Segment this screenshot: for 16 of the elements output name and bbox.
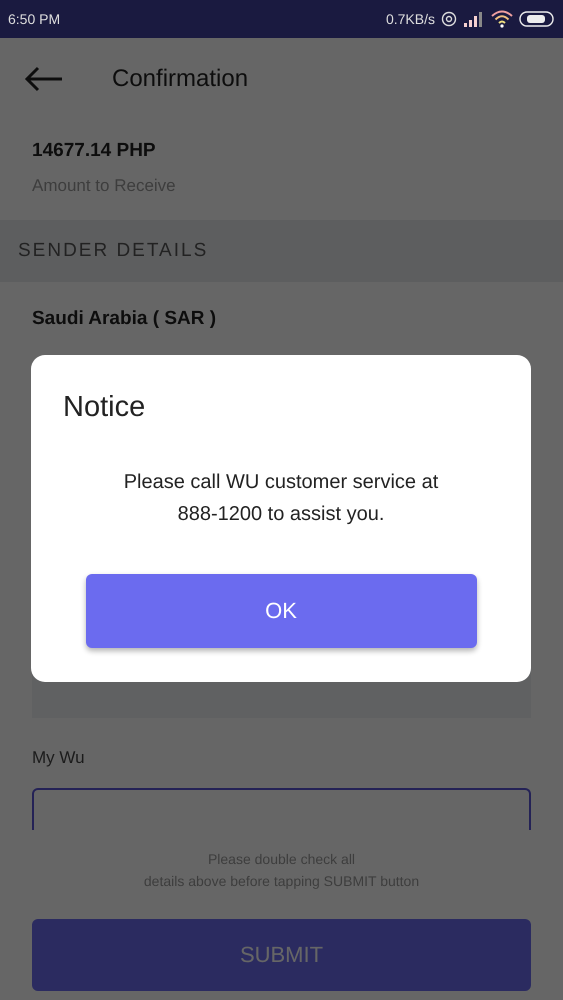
wifi-icon xyxy=(491,10,513,28)
hotspot-icon xyxy=(441,11,457,27)
status-time: 6:50 PM xyxy=(8,11,60,27)
screen-title: Confirmation xyxy=(112,65,248,93)
sender-country-value: Saudi Arabia ( SAR ) xyxy=(32,308,218,330)
dialog-title: Notice xyxy=(63,391,146,424)
network-speed: 0.7KB/s xyxy=(386,11,435,27)
my-wu-label: My Wu xyxy=(31,748,86,768)
dialog-message: Please call WU customer service at 888-1200 to assist you. xyxy=(122,470,440,527)
section-header: SENDER DETAILS xyxy=(0,220,563,282)
back-arrow-icon[interactable] xyxy=(24,66,64,92)
signal-icon xyxy=(463,10,485,28)
my-wu-input-field[interactable] xyxy=(32,788,531,830)
battery-icon xyxy=(519,10,555,28)
amount-value: 14677.14 PHP xyxy=(32,140,157,162)
ok-button[interactable]: OK xyxy=(86,574,476,648)
